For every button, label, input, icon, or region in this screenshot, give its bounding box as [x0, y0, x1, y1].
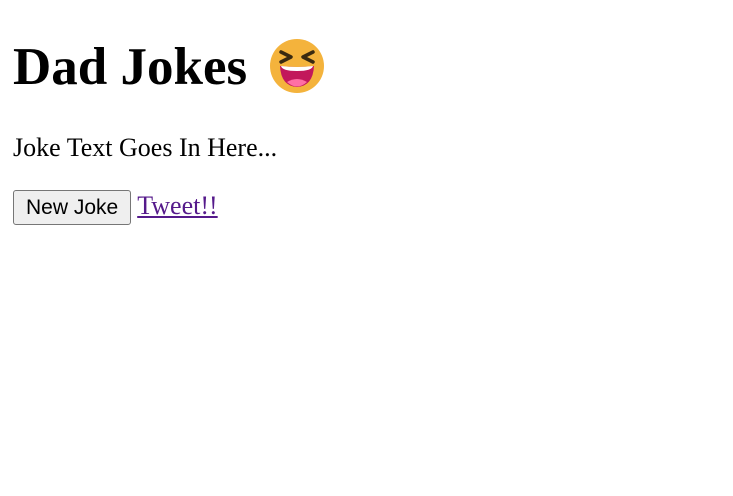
grinning-squinting-face-icon	[269, 38, 325, 94]
page-title: Dad Jokes	[13, 36, 325, 98]
tweet-link[interactable]: Tweet!!	[137, 191, 217, 221]
page-title-text: Dad Jokes	[13, 38, 248, 96]
joke-text: Joke Text Goes In Here...	[13, 133, 278, 162]
action-bar: New Joke Tweet!!	[13, 190, 218, 225]
new-joke-button[interactable]: New Joke	[13, 190, 132, 225]
